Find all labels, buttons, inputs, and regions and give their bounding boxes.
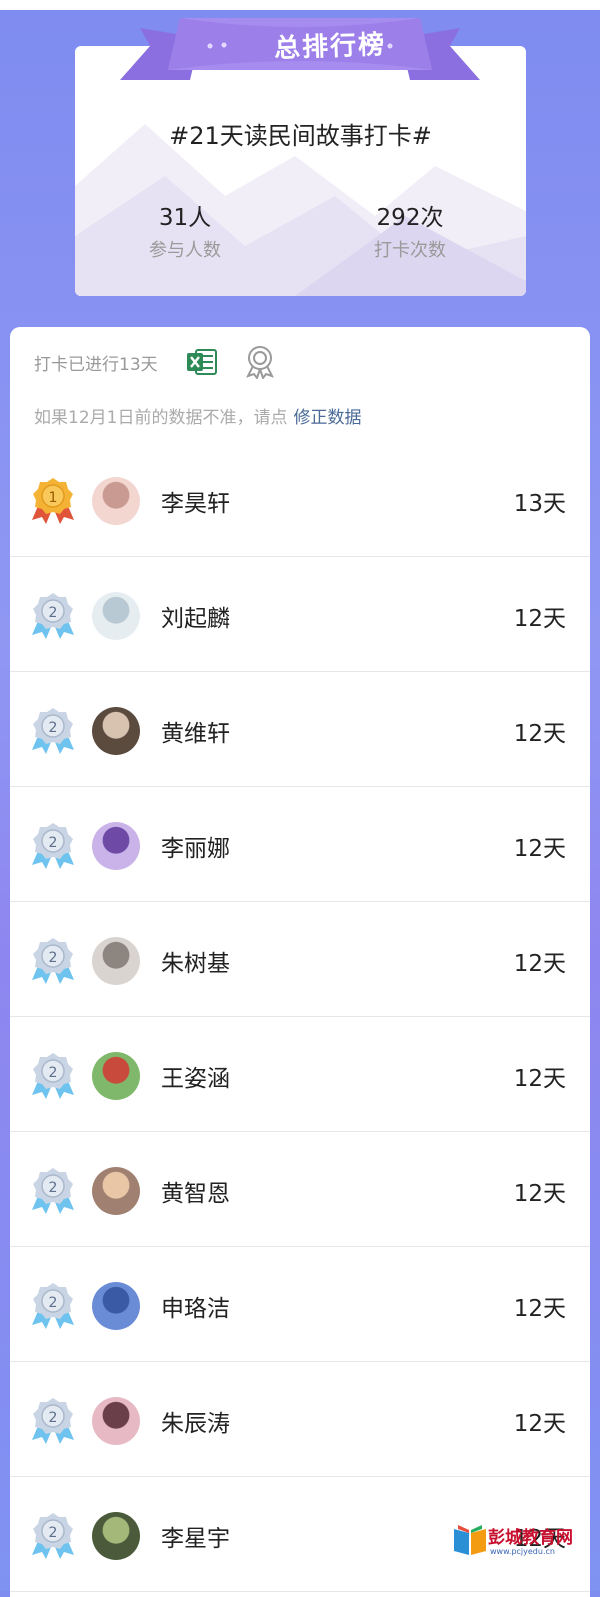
excel-export-icon[interactable] xyxy=(186,347,218,377)
avatar[interactable] xyxy=(92,1397,140,1445)
avatar[interactable] xyxy=(92,592,140,640)
ranking-row[interactable]: 2 李丽娜 12天 xyxy=(10,787,590,902)
medal-rank-number: 2 xyxy=(49,720,58,736)
silver-medal-icon: 2 xyxy=(32,1053,74,1099)
participants-stat: 31人 参与人数 xyxy=(105,198,265,262)
checkins-label: 打卡次数 xyxy=(374,240,446,261)
medal-rank-number: 2 xyxy=(49,1525,58,1541)
ranking-rows: 1 李昊轩 13天 2 刘起麟 12天 2 黄维轩 12天 2 李丽娜 12天 2 朱树基 12天 2 王姿涵 1… xyxy=(10,442,590,1592)
checkin-days: 12天 xyxy=(513,1296,566,1322)
medal-rank-number: 2 xyxy=(49,950,58,966)
silver-medal-icon: 2 xyxy=(32,938,74,984)
avatar[interactable] xyxy=(92,822,140,870)
avatar[interactable] xyxy=(92,1052,140,1100)
notice-text: 如果12月1日前的数据不准，请点 xyxy=(34,408,288,428)
silver-medal-icon: 2 xyxy=(32,1168,74,1214)
fix-data-link[interactable]: 修正数据 xyxy=(293,408,361,428)
silver-medal-icon: 2 xyxy=(32,1513,74,1559)
silver-medal-icon: 2 xyxy=(32,823,74,869)
silver-medal-icon: 2 xyxy=(32,593,74,639)
member-name: 王姿涵 xyxy=(161,1066,230,1092)
watermark-url: www.pcjyedu.cn xyxy=(490,1547,555,1556)
book-logo-icon xyxy=(454,1525,486,1555)
progress-text: 打卡已进行13天 xyxy=(34,354,158,375)
ranking-row[interactable]: 2 朱辰涛 12天 xyxy=(10,1362,590,1477)
medal-rank-number: 2 xyxy=(49,835,58,851)
avatar[interactable] xyxy=(92,477,140,525)
checkin-days: 12天 xyxy=(513,721,566,747)
banner-title: 总排行榜 xyxy=(273,30,387,64)
silver-medal-icon: 2 xyxy=(32,1398,74,1444)
checkin-days: 12天 xyxy=(513,1066,566,1092)
ranking-row[interactable]: 2 申珞洁 12天 xyxy=(10,1247,590,1362)
title-ribbon: 总排行榜 xyxy=(120,8,480,88)
ranking-row[interactable]: 2 朱树基 12天 xyxy=(10,902,590,1017)
member-name: 刘起麟 xyxy=(161,606,230,632)
checkin-days: 12天 xyxy=(513,836,566,862)
checkin-days: 12天 xyxy=(513,951,566,977)
medal-rank-number: 2 xyxy=(49,1295,58,1311)
member-name: 朱辰涛 xyxy=(161,1411,230,1437)
avatar[interactable] xyxy=(92,937,140,985)
checkin-days: 12天 xyxy=(513,606,566,632)
ranking-row[interactable]: 2 王姿涵 12天 xyxy=(10,1017,590,1132)
checkin-days: 12天 xyxy=(513,1181,566,1207)
avatar[interactable] xyxy=(92,1282,140,1330)
member-name: 李星宇 xyxy=(161,1526,230,1552)
ranking-list-card: 打卡已进行13天 如果12月1日前的数据不准，请点 修正数据 1 李昊轩 13天 2 刘起… xyxy=(10,327,590,1597)
member-name: 黄智恩 xyxy=(161,1181,230,1207)
site-watermark: 彭城教育网 www.pcjyedu.cn xyxy=(452,1521,592,1567)
participants-label: 参与人数 xyxy=(149,240,221,261)
avatar[interactable] xyxy=(92,1167,140,1215)
data-correction-notice: 如果12月1日前的数据不准，请点 修正数据 xyxy=(34,403,361,428)
ranking-row[interactable]: 1 李昊轩 13天 xyxy=(10,442,590,557)
member-name: 黄维轩 xyxy=(161,721,230,747)
member-name: 李昊轩 xyxy=(161,491,230,517)
member-name: 李丽娜 xyxy=(161,836,230,862)
ranking-row[interactable]: 2 刘起麟 12天 xyxy=(10,557,590,672)
silver-medal-icon: 2 xyxy=(32,708,74,754)
campaign-title: #21天读民间故事打卡# xyxy=(169,122,432,150)
checkins-count: 292次 xyxy=(376,205,444,231)
ranking-row[interactable]: 2 黄维轩 12天 xyxy=(10,672,590,787)
member-name: 朱树基 xyxy=(161,951,230,977)
medal-rank-number: 2 xyxy=(49,1180,58,1196)
watermark-name: 彭城教育网 xyxy=(488,1528,573,1548)
participants-count: 31人 xyxy=(158,205,212,231)
medal-rank-number: 1 xyxy=(49,490,58,506)
medal-rank-number: 2 xyxy=(49,1065,58,1081)
medal-rank-number: 2 xyxy=(49,1410,58,1426)
gold-medal-icon: 1 xyxy=(32,478,74,524)
ranking-row[interactable]: 2 黄智恩 12天 xyxy=(10,1132,590,1247)
checkin-days: 12天 xyxy=(513,1411,566,1437)
checkins-stat: 292次 打卡次数 xyxy=(330,198,490,262)
award-icon[interactable] xyxy=(244,345,276,379)
avatar[interactable] xyxy=(92,707,140,755)
medal-rank-number: 2 xyxy=(49,605,58,621)
info-row: 打卡已进行13天 xyxy=(34,345,276,379)
silver-medal-icon: 2 xyxy=(32,1283,74,1329)
member-name: 申珞洁 xyxy=(161,1296,230,1322)
checkin-days: 13天 xyxy=(513,491,566,517)
avatar[interactable] xyxy=(92,1512,140,1560)
